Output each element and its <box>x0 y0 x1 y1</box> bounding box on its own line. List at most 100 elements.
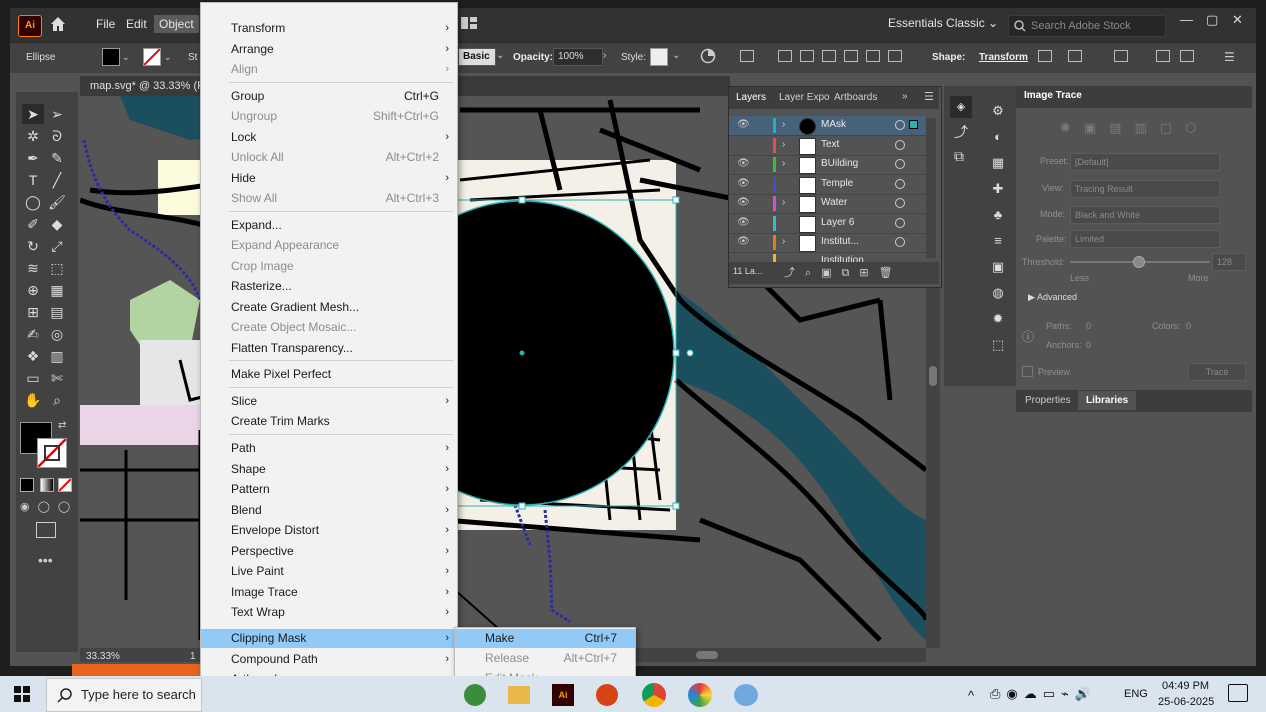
maximize-button[interactable]: ▢ <box>1206 12 1218 28</box>
language-indicator[interactable]: ENG <box>1124 688 1148 700</box>
menu-item-path[interactable]: Path › <box>201 439 457 458</box>
menu-item-group[interactable]: Group Ctrl+G <box>201 87 457 106</box>
picasa-icon[interactable] <box>688 683 712 707</box>
expand-chevron-icon[interactable]: › <box>782 197 785 208</box>
clock-date[interactable]: 25-06-2025 <box>1158 696 1214 708</box>
taskbar-search[interactable]: Type here to search <box>46 678 202 712</box>
zoom-tool-icon[interactable]: ⌕ <box>46 390 68 410</box>
hand-tool-icon[interactable]: ✋ <box>22 390 44 410</box>
menu-item-flatten-transparency[interactable]: Flatten Transparency... <box>201 339 457 358</box>
align-left-icon[interactable] <box>776 48 792 64</box>
isolate-icon[interactable] <box>1036 48 1052 64</box>
zoom-level[interactable]: 33.33% <box>86 651 120 662</box>
powerpoint-icon[interactable] <box>596 684 618 706</box>
notifications-icon[interactable] <box>1228 684 1248 702</box>
menu-item-envelope-distort[interactable]: Envelope Distort › <box>201 521 457 540</box>
artboard-number[interactable]: 1 <box>190 651 196 662</box>
ellipse-tool-icon[interactable]: ◯ <box>22 192 44 212</box>
tab-libraries[interactable]: Libraries <box>1078 391 1137 410</box>
menu-item-rasterize[interactable]: Rasterize... <box>201 277 457 296</box>
tab-artboards[interactable]: Artboards <box>834 92 877 103</box>
expand-panel-icon[interactable]: » <box>902 91 908 102</box>
export-icon[interactable]: ⤴ <box>954 122 968 142</box>
fill-chevron-icon[interactable]: ⌄ <box>122 52 130 63</box>
transform-options-icon[interactable] <box>738 48 754 64</box>
selection-indicator[interactable] <box>909 120 918 129</box>
arrange-icon[interactable] <box>1154 48 1170 64</box>
opacity-arrow-icon[interactable]: › <box>603 50 606 61</box>
layer-row-building[interactable]: 👁 › BUilding <box>729 155 926 175</box>
menu-edit[interactable]: Edit <box>126 17 147 31</box>
expand-chevron-icon[interactable]: › <box>782 139 785 150</box>
warp-tool-icon[interactable]: ≋ <box>22 258 44 278</box>
artboard-tool-icon[interactable]: ▭ <box>22 368 44 388</box>
brush-style-dropdown[interactable]: Basic <box>458 48 496 66</box>
expand-chevron-icon[interactable]: › <box>782 236 785 247</box>
opacity-field[interactable]: 100% <box>553 48 603 66</box>
chrome-icon[interactable] <box>642 683 666 707</box>
taskbar-app-icon[interactable] <box>464 684 486 706</box>
puppet-warp-icon[interactable] <box>1112 48 1128 64</box>
visibility-eye-icon[interactable]: 👁 <box>737 217 750 228</box>
home-icon[interactable] <box>48 14 68 34</box>
file-explorer-icon[interactable] <box>508 686 530 704</box>
menu-item-shape[interactable]: Shape › <box>201 460 457 479</box>
menu-object[interactable]: Object <box>154 15 199 33</box>
free-transform-tool-icon[interactable]: ⬚ <box>46 258 68 278</box>
graphic-style-swatch[interactable] <box>650 48 668 66</box>
magic-wand-tool-icon[interactable]: ✲ <box>22 126 44 146</box>
menu-item-live-paint[interactable]: Live Paint › <box>201 562 457 581</box>
layer-row-text[interactable]: › Text <box>729 136 926 156</box>
graphic-style-chevron-icon[interactable]: ⌄ <box>672 50 680 61</box>
select-similar-icon[interactable] <box>1066 48 1082 64</box>
menu-item-slice[interactable]: Slice › <box>201 392 457 411</box>
transform-link[interactable]: Transform <box>979 52 1028 63</box>
edit-toolbar-icon[interactable]: ••• <box>38 552 53 568</box>
illustrator-taskbar-icon[interactable]: Ai <box>552 684 574 706</box>
minimize-button[interactable]: — <box>1180 12 1193 27</box>
menu-item-compound-path[interactable]: Compound Path › <box>201 650 457 669</box>
eraser-tool-icon[interactable]: ◆ <box>46 214 68 234</box>
expand-chevron-icon[interactable]: › <box>782 158 785 169</box>
workspace-switcher[interactable]: Essentials Classic ⌄ <box>888 16 998 30</box>
gradient-tool-icon[interactable]: ▤ <box>46 302 68 322</box>
layer-row-mask[interactable]: 👁 › MAsk <box>729 116 926 136</box>
document-tab[interactable]: map.svg* @ 33.33% (R <box>90 80 205 92</box>
opacity-label[interactable]: Opacity: <box>513 52 553 63</box>
menu-item-trim-marks[interactable]: Create Trim Marks <box>201 412 457 431</box>
distribute-icon[interactable] <box>1178 48 1194 64</box>
fill-swatch[interactable] <box>102 48 120 66</box>
menu-file[interactable]: File <box>96 17 115 31</box>
menu-item-expand[interactable]: Expand... <box>201 216 457 235</box>
adobe-stock-search[interactable]: Search Adobe Stock <box>1008 15 1166 37</box>
visibility-eye-icon[interactable]: 👁 <box>737 236 750 247</box>
layers-panel-icon[interactable]: ◈ <box>950 96 972 118</box>
shape-label[interactable]: Shape: <box>932 52 965 63</box>
submenu-item-make[interactable]: Make Ctrl+7 <box>455 629 635 648</box>
line-tool-icon[interactable]: ╱ <box>46 170 68 190</box>
shaper-tool-icon[interactable]: ✐ <box>22 214 44 234</box>
stroke-chevron-icon[interactable]: ⌄ <box>164 52 172 63</box>
clock-time[interactable]: 04:49 PM <box>1162 680 1209 692</box>
selection-tool-icon[interactable]: ➤ <box>22 104 44 124</box>
menu-item-lock[interactable]: Lock › <box>201 128 457 147</box>
paintbrush-tool-icon[interactable]: 🖌 <box>46 192 68 212</box>
color-mode-icon[interactable] <box>20 478 34 492</box>
visibility-eye-icon[interactable]: 👁 <box>737 178 750 189</box>
layer-row-water[interactable]: 👁 › Water <box>729 194 926 214</box>
panel-menu-icon[interactable]: ☰ <box>1224 50 1235 64</box>
menu-item-blend[interactable]: Blend › <box>201 501 457 520</box>
lasso-tool-icon[interactable]: ᘐ <box>46 126 68 146</box>
system-tray-icons[interactable]: ⎙◉☁▭⌁🔊 <box>990 686 1097 702</box>
menu-item-gradient-mesh[interactable]: Create Gradient Mesh... <box>201 298 457 317</box>
menu-item-transform[interactable]: Transform › <box>201 19 457 38</box>
layers-menu-icon[interactable]: ☰ <box>924 90 934 103</box>
visibility-eye-icon[interactable]: 👁 <box>737 197 750 208</box>
menu-item-clipping-mask[interactable]: Clipping Mask › <box>201 629 457 648</box>
windows-start-icon[interactable] <box>14 686 30 705</box>
menu-item-image-trace[interactable]: Image Trace › <box>201 583 457 602</box>
paint-icon[interactable] <box>734 684 758 706</box>
stroke-color-box[interactable] <box>37 438 67 468</box>
pen-tool-icon[interactable]: ✒ <box>22 148 44 168</box>
draw-modes-icon[interactable]: ◉◯◯ <box>20 500 78 513</box>
